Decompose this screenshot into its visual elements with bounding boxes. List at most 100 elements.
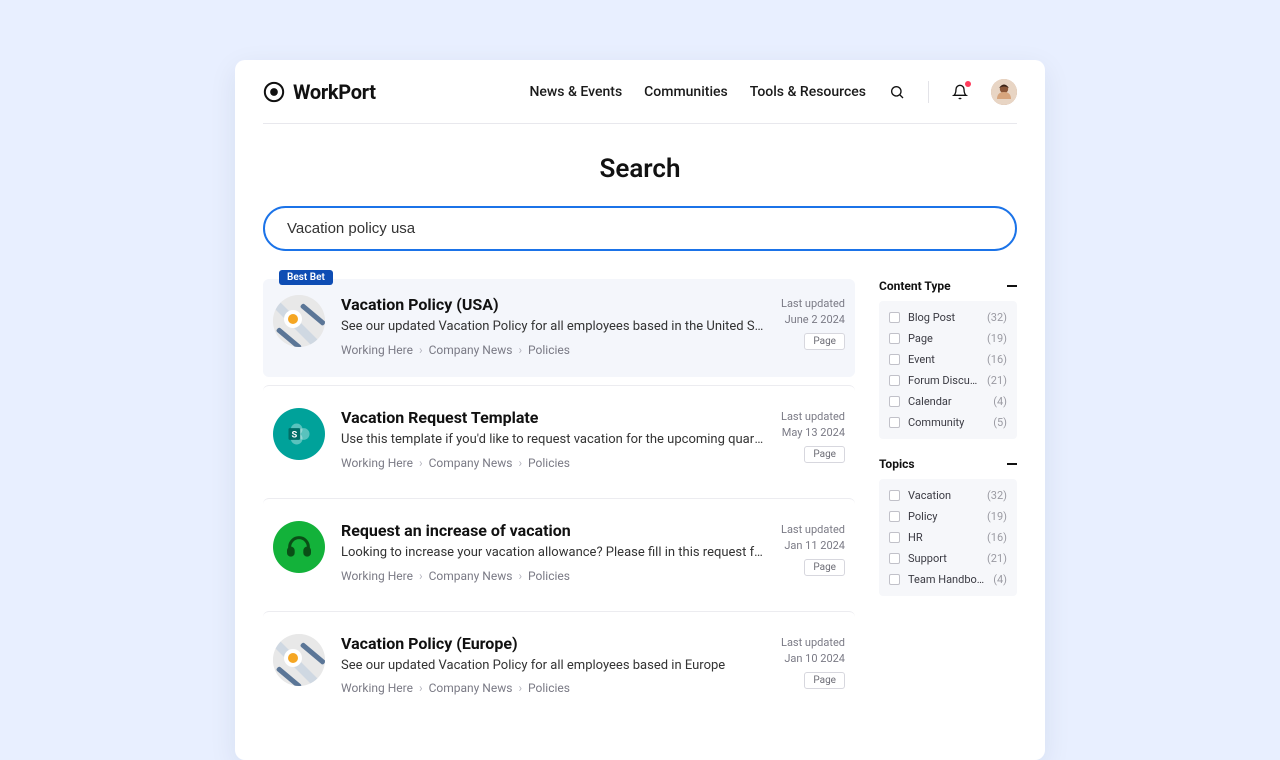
checkbox-icon[interactable]	[889, 511, 900, 522]
breadcrumb-segment[interactable]: Working Here	[341, 569, 413, 583]
search-input[interactable]	[263, 206, 1017, 251]
checkbox-icon[interactable]	[889, 574, 900, 585]
filter-count: (21)	[987, 552, 1007, 565]
best-bet-container: Best Bet Vacation Policy (USA)	[263, 279, 855, 377]
filter-option[interactable]: Page (19)	[889, 328, 1007, 349]
avatar[interactable]	[991, 79, 1017, 105]
filter-label: Support	[908, 552, 979, 565]
checkbox-icon[interactable]	[889, 333, 900, 344]
filter-option[interactable]: Team Handbook (4)	[889, 569, 1007, 590]
filter-count: (32)	[987, 489, 1007, 502]
filter-option[interactable]: Vacation (32)	[889, 485, 1007, 506]
filter-option[interactable]: Event (16)	[889, 349, 1007, 370]
svg-text:S: S	[291, 429, 297, 440]
filter-label: Vacation	[908, 489, 979, 502]
filter-option[interactable]: Blog Post (32)	[889, 307, 1007, 328]
filter-title: Content Type	[879, 279, 951, 293]
filter-label: Calendar	[908, 395, 985, 408]
result-meta: Last updated May 13 2024 Page	[781, 408, 845, 470]
filter-list: Blog Post (32) Page (19) Event (16)	[879, 301, 1017, 439]
breadcrumb-segment[interactable]: Company News	[429, 456, 513, 470]
type-badge: Page	[804, 446, 845, 463]
brand-logo[interactable]: WorkPort	[263, 80, 376, 104]
brand-name: WorkPort	[293, 80, 376, 104]
nav-link-tools[interactable]: Tools & Resources	[750, 84, 866, 100]
filter-count: (32)	[987, 311, 1007, 324]
filter-count: (21)	[987, 374, 1007, 387]
bell-icon[interactable]	[951, 83, 969, 101]
checkbox-icon[interactable]	[889, 396, 900, 407]
result-description: Use this template if you'd like to reque…	[341, 431, 765, 450]
filter-label: Policy	[908, 510, 979, 523]
result-body: Vacation Policy (USA) See our updated Va…	[341, 295, 765, 357]
type-badge: Page	[804, 333, 845, 350]
breadcrumb-segment[interactable]: Policies	[528, 343, 570, 357]
filter-option[interactable]: Support (21)	[889, 548, 1007, 569]
breadcrumb-separator-icon: ›	[419, 456, 423, 470]
breadcrumb-segment[interactable]: Policies	[528, 569, 570, 583]
breadcrumb-separator-icon: ›	[518, 456, 522, 470]
filter-option[interactable]: Policy (19)	[889, 506, 1007, 527]
brand-icon	[263, 81, 285, 103]
filter-content-type: Content Type Blog Post (32) Page (19)	[879, 279, 1017, 439]
breadcrumb-segment[interactable]: Working Here	[341, 681, 413, 695]
filter-header[interactable]: Topics	[879, 457, 1017, 471]
filter-label: Team Handbook	[908, 573, 985, 586]
result-title: Vacation Request Template	[341, 408, 765, 427]
breadcrumb: Working Here › Company News › Policies	[341, 343, 765, 357]
checkbox-icon[interactable]	[889, 417, 900, 428]
breadcrumb-segment[interactable]: Working Here	[341, 343, 413, 357]
breadcrumb-separator-icon: ›	[419, 681, 423, 695]
checkbox-icon[interactable]	[889, 354, 900, 365]
filter-list: Vacation (32) Policy (19) HR (16)	[879, 479, 1017, 596]
result-description: See our updated Vacation Policy for all …	[341, 318, 765, 337]
filter-label: HR	[908, 531, 979, 544]
result-item[interactable]: Request an increase of vacation Looking …	[263, 498, 855, 603]
page-title: Search	[263, 154, 1017, 184]
result-item[interactable]: Vacation Policy (Europe) See our updated…	[263, 611, 855, 716]
checkbox-icon[interactable]	[889, 375, 900, 386]
checkbox-icon[interactable]	[889, 553, 900, 564]
breadcrumb-segment[interactable]: Company News	[429, 569, 513, 583]
result-item[interactable]: Vacation Policy (USA) See our updated Va…	[263, 279, 855, 377]
checkbox-icon[interactable]	[889, 490, 900, 501]
headset-icon	[273, 521, 325, 573]
breadcrumb: Working Here › Company News › Policies	[341, 681, 765, 695]
filter-option[interactable]: HR (16)	[889, 527, 1007, 548]
filter-count: (19)	[987, 332, 1007, 345]
result-description: See our updated Vacation Policy for all …	[341, 657, 765, 676]
result-title: Vacation Policy (Europe)	[341, 634, 765, 653]
breadcrumb-separator-icon: ›	[419, 569, 423, 583]
breadcrumb-separator-icon: ›	[518, 343, 522, 357]
nav-link-news[interactable]: News & Events	[529, 84, 622, 100]
filter-label: Blog Post	[908, 311, 979, 324]
filter-label: Forum Discussion	[908, 374, 979, 387]
result-item[interactable]: S Vacation Request Template Use this tem…	[263, 385, 855, 490]
updated-label: Last updated	[781, 297, 845, 310]
filters-sidebar: Content Type Blog Post (32) Page (19)	[879, 279, 1017, 614]
breadcrumb-segment[interactable]: Company News	[429, 681, 513, 695]
collapse-icon[interactable]	[1007, 463, 1017, 465]
filter-header[interactable]: Content Type	[879, 279, 1017, 293]
checkbox-icon[interactable]	[889, 312, 900, 323]
updated-date: June 2 2024	[785, 313, 845, 326]
search-icon[interactable]	[888, 83, 906, 101]
topbar: WorkPort News & Events Communities Tools…	[263, 60, 1017, 124]
breadcrumb-segment[interactable]: Working Here	[341, 456, 413, 470]
result-meta: Last updated June 2 2024 Page	[781, 295, 845, 357]
collapse-icon[interactable]	[1007, 285, 1017, 287]
filter-label: Event	[908, 353, 979, 366]
filter-option[interactable]: Calendar (4)	[889, 391, 1007, 412]
breadcrumb-separator-icon: ›	[419, 343, 423, 357]
filter-count: (4)	[993, 573, 1007, 586]
updated-date: May 13 2024	[782, 426, 845, 439]
result-thumbnail-icon	[273, 634, 325, 686]
checkbox-icon[interactable]	[889, 532, 900, 543]
filter-option[interactable]: Community (5)	[889, 412, 1007, 433]
breadcrumb-segment[interactable]: Company News	[429, 343, 513, 357]
filter-option[interactable]: Forum Discussion (21)	[889, 370, 1007, 391]
breadcrumb-segment[interactable]: Policies	[528, 681, 570, 695]
result-body: Request an increase of vacation Looking …	[341, 521, 765, 583]
nav-link-communities[interactable]: Communities	[644, 84, 728, 100]
breadcrumb-segment[interactable]: Policies	[528, 456, 570, 470]
